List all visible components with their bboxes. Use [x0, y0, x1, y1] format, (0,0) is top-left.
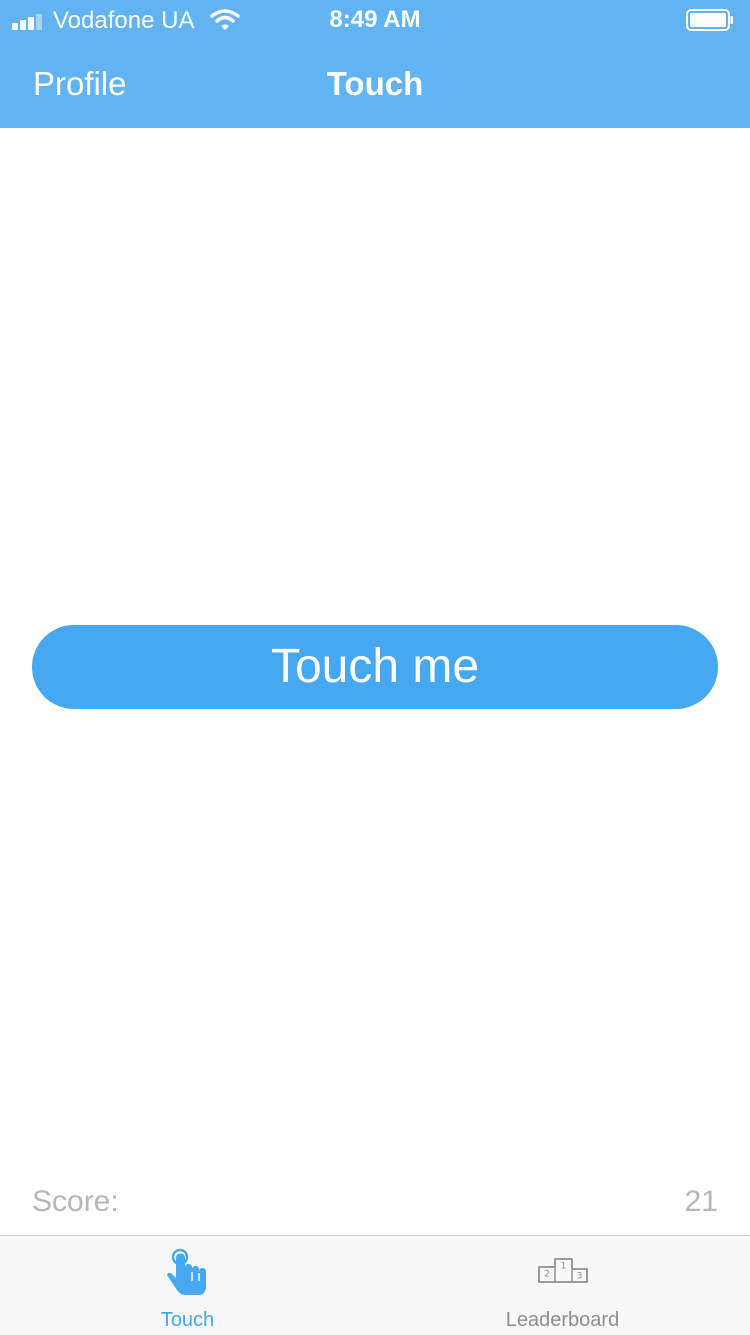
score-value: 21 — [684, 1185, 718, 1218]
score-label: Score: — [32, 1185, 119, 1218]
svg-text:1: 1 — [560, 1262, 566, 1272]
navigation-bar: Profile Touch — [0, 40, 750, 128]
top-bar: Vodafone UA 8:49 AM Profile Touch — [0, 0, 750, 128]
svg-text:2: 2 — [544, 1270, 550, 1280]
tab-leaderboard[interactable]: 1 2 3 Leaderboard — [375, 1236, 750, 1335]
tab-leaderboard-label: Leaderboard — [505, 1309, 620, 1331]
score-row: Score: 21 — [32, 1182, 718, 1222]
tab-touch[interactable]: Touch — [0, 1236, 375, 1335]
svg-text:3: 3 — [576, 1272, 582, 1282]
tab-bar: Touch 1 2 3 Leaderboard — [0, 1235, 750, 1335]
podium-icon: 1 2 3 — [375, 1248, 750, 1300]
tab-touch-label: Touch — [160, 1309, 215, 1331]
status-bar: Vodafone UA 8:49 AM — [0, 0, 750, 40]
status-time: 8:49 AM — [329, 6, 421, 33]
tap-hand-icon — [0, 1248, 375, 1300]
touch-me-button[interactable]: Touch me — [32, 625, 718, 709]
page-title: Touch — [326, 65, 424, 102]
battery-icon — [686, 9, 734, 31]
